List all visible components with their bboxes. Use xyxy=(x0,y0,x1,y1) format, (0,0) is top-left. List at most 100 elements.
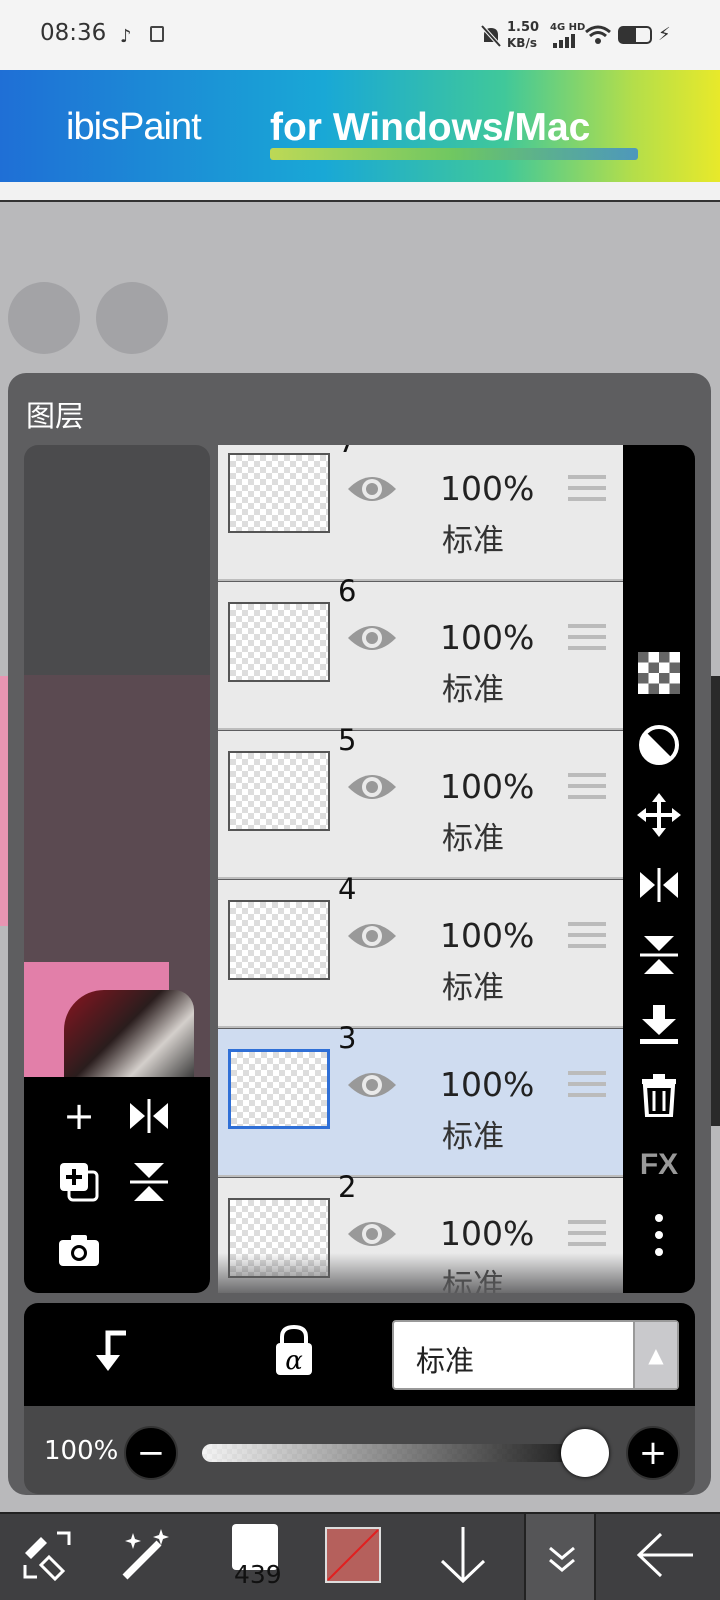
drag-handle-icon[interactable] xyxy=(568,1071,606,1101)
eye-icon[interactable] xyxy=(346,920,398,952)
magic-wand-icon xyxy=(122,1529,169,1580)
net-speed-unit: KB/s xyxy=(507,36,537,50)
layer-opacity: 100% xyxy=(440,618,535,657)
transparency-lock-button[interactable] xyxy=(623,645,695,701)
layer-number: 4 xyxy=(338,872,357,906)
ad-banner[interactable]: ibisPaint for Windows/Mac xyxy=(0,70,720,182)
flip-vertical-icon xyxy=(640,936,678,974)
layer-opacity: 100% xyxy=(440,469,535,508)
signal-icon xyxy=(553,34,575,48)
brush-eraser-swap-icon xyxy=(23,1531,71,1582)
blend-mode-select[interactable]: 标准 ▲ xyxy=(392,1320,679,1390)
eye-icon[interactable] xyxy=(346,622,398,654)
drag-handle-icon[interactable] xyxy=(568,475,606,505)
trash-icon xyxy=(642,1074,676,1117)
eye-icon[interactable] xyxy=(346,473,398,505)
layer-row[interactable]: 6 100% 标准 xyxy=(218,574,623,730)
layer-row[interactable]: 4 100% 标准 xyxy=(218,872,623,1028)
opacity-plus-button[interactable]: + xyxy=(626,1426,680,1480)
dropdown-arrow-icon[interactable]: ▲ xyxy=(633,1322,677,1388)
eye-icon[interactable] xyxy=(346,1069,398,1101)
flip-vertical-icon xyxy=(130,1163,168,1201)
fx-button[interactable]: FX xyxy=(623,1137,695,1193)
artwork-figure xyxy=(64,990,194,1078)
brush-size-value: 439 xyxy=(234,1560,282,1589)
drag-handle-icon[interactable] xyxy=(568,1220,606,1250)
drag-handle-icon[interactable] xyxy=(568,624,606,654)
down-arrow-button[interactable] xyxy=(428,1520,498,1590)
color-button[interactable] xyxy=(318,1520,388,1590)
more-icon xyxy=(655,1214,663,1256)
layer-blend-mode: 标准 xyxy=(442,970,504,1006)
drag-handle-icon[interactable] xyxy=(568,773,606,803)
opacity-slider-knob[interactable] xyxy=(561,1429,609,1477)
charging-icon: ⚡ xyxy=(658,24,671,45)
layer-thumbnail[interactable] xyxy=(228,453,330,533)
move-layer-button[interactable] xyxy=(623,787,695,843)
flip-horizontal-icon xyxy=(640,868,678,902)
add-copy-icon xyxy=(60,1163,99,1202)
layer-row[interactable]: 7 100% 标准 xyxy=(218,445,623,581)
net-speed-value: 1.50 xyxy=(507,20,540,35)
merge-down-icon xyxy=(640,1005,678,1044)
layer-actions-column: FX xyxy=(623,445,695,1293)
camera-button[interactable] xyxy=(54,1225,104,1275)
layer-blend-mode: 标准 xyxy=(442,523,504,559)
layer-tab-button[interactable] xyxy=(524,1514,596,1600)
layer-thumbnail[interactable] xyxy=(228,900,330,980)
back-button[interactable] xyxy=(630,1520,700,1590)
wifi-icon xyxy=(585,25,611,44)
mute-bell-icon xyxy=(480,24,502,48)
arrow-down-icon xyxy=(440,1527,486,1584)
layer-thumbnail[interactable] xyxy=(228,1049,330,1129)
eye-icon[interactable] xyxy=(346,1218,398,1250)
canvas-preview: + xyxy=(24,445,210,1293)
banner-divider xyxy=(0,182,720,202)
layer-opacity: 100% xyxy=(440,1065,535,1104)
fx-label: FX xyxy=(639,1148,679,1181)
flip-horizontal-button[interactable] xyxy=(623,857,695,913)
eye-icon[interactable] xyxy=(346,771,398,803)
drag-handle-icon[interactable] xyxy=(568,922,606,952)
alpha-lock-button[interactable]: α xyxy=(272,1324,328,1385)
add-special-layer-button[interactable] xyxy=(54,1157,104,1207)
clipping-button[interactable] xyxy=(88,1327,148,1387)
svg-text:α: α xyxy=(285,1346,303,1376)
layer-opacity: 100% xyxy=(440,1214,535,1253)
flip-vertical-button[interactable] xyxy=(623,927,695,983)
invert-button[interactable] xyxy=(623,717,695,773)
redo-button[interactable] xyxy=(96,282,168,354)
network-type: 4G HD xyxy=(550,22,586,33)
layer-opacity: 100% xyxy=(440,767,535,806)
clipping-arrow-icon xyxy=(96,1330,126,1371)
layer-thumbnail[interactable] xyxy=(228,602,330,682)
tool-switch-button[interactable] xyxy=(12,1520,82,1590)
flip-layer-vertical-button[interactable] xyxy=(124,1157,174,1207)
color-swatch-icon xyxy=(325,1527,381,1583)
layer-thumbnail[interactable] xyxy=(228,751,330,831)
layer-row[interactable]: 5 100% 标准 xyxy=(218,723,623,879)
layer-list[interactable]: 7 100% 标准 6 100% 标准 5 100% 标准 4 100% 标准 3 100% 标准 2 100%… xyxy=(218,445,623,1293)
brush-size-button[interactable]: 439 xyxy=(218,1520,288,1590)
undo-button[interactable] xyxy=(8,282,80,354)
more-options-button[interactable] xyxy=(623,1207,695,1263)
alpha-lock-icon: α xyxy=(276,1324,312,1376)
flip-layer-horizontal-button[interactable] xyxy=(124,1091,174,1141)
add-layer-button[interactable]: + xyxy=(54,1091,104,1141)
merge-down-button[interactable] xyxy=(623,997,695,1053)
magic-tool-button[interactable] xyxy=(110,1520,180,1590)
opacity-slider[interactable] xyxy=(202,1444,595,1462)
layer-blend-mode: 标准 xyxy=(442,821,504,857)
layer-number: 5 xyxy=(338,723,357,757)
opacity-minus-button[interactable]: − xyxy=(124,1426,178,1480)
music-icon: ♪ xyxy=(120,26,132,47)
status-time: 08:36 xyxy=(40,20,107,46)
battery-icon xyxy=(618,26,652,44)
gallery-icon xyxy=(150,26,164,42)
layer-row[interactable]: 3 100% 标准 xyxy=(218,1021,623,1177)
blend-mode-value: 标准 xyxy=(416,1344,475,1378)
invert-icon xyxy=(639,725,679,765)
delete-layer-button[interactable] xyxy=(623,1067,695,1123)
layer-tools-box: + xyxy=(24,1077,210,1293)
layer-blend-mode: 标准 xyxy=(442,672,504,708)
